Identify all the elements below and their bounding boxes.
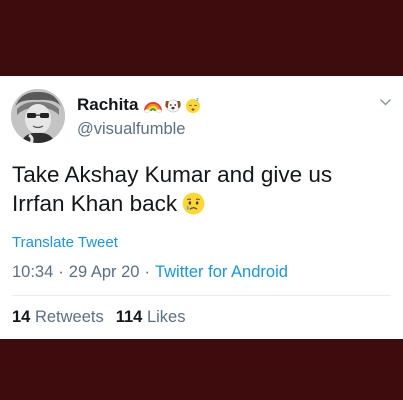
sleeping-face-emoji-icon: z xyxy=(186,97,201,113)
name-row: Rachita z xyxy=(77,94,202,116)
retweets-count: 14 xyxy=(12,308,31,326)
tweet-source-link[interactable]: Twitter for Android xyxy=(155,263,288,281)
tweet-text-segment: Irrfan Khan back xyxy=(12,191,178,216)
translate-tweet-link[interactable]: Translate Tweet xyxy=(12,234,118,251)
tweet-text-line: Take Akshay Kumar and give us xyxy=(12,162,333,187)
tweet-time[interactable]: 10:34 xyxy=(12,263,53,281)
likes-count: 114 xyxy=(115,308,143,326)
svg-text:z: z xyxy=(196,97,199,103)
chevron-down-icon[interactable] xyxy=(379,96,392,109)
meta-separator: · xyxy=(58,263,64,281)
tweet-text-line: Irrfan Khan back xyxy=(12,189,392,218)
retweets-stat[interactable]: 14 Retweets xyxy=(12,308,104,326)
user-handle[interactable]: @visualfumble xyxy=(77,120,185,139)
tweet-meta: 10:34 · 29 Apr 20 · Twitter for Android xyxy=(12,263,288,282)
rainbow-emoji-icon xyxy=(144,102,163,113)
avatar[interactable] xyxy=(11,89,65,143)
display-name[interactable]: Rachita xyxy=(77,95,138,115)
dog-face-emoji-icon xyxy=(165,99,182,113)
tweet-stats: 14 Retweets 114 Likes xyxy=(12,308,185,327)
divider xyxy=(12,295,391,296)
crying-face-emoji-icon xyxy=(182,192,205,215)
likes-label: Likes xyxy=(146,308,186,326)
likes-stat[interactable]: 114 Likes xyxy=(116,308,186,326)
retweets-label: Retweets xyxy=(34,308,104,326)
tweet-text: Take Akshay Kumar and give us Irrfan Kha… xyxy=(12,160,392,218)
avatar-image xyxy=(11,89,65,143)
tweet-card: Rachita z @visualfumble Take Akshay Kuma… xyxy=(0,76,403,339)
tweet-date[interactable]: 29 Apr 20 xyxy=(69,263,140,281)
meta-separator: · xyxy=(144,263,150,281)
